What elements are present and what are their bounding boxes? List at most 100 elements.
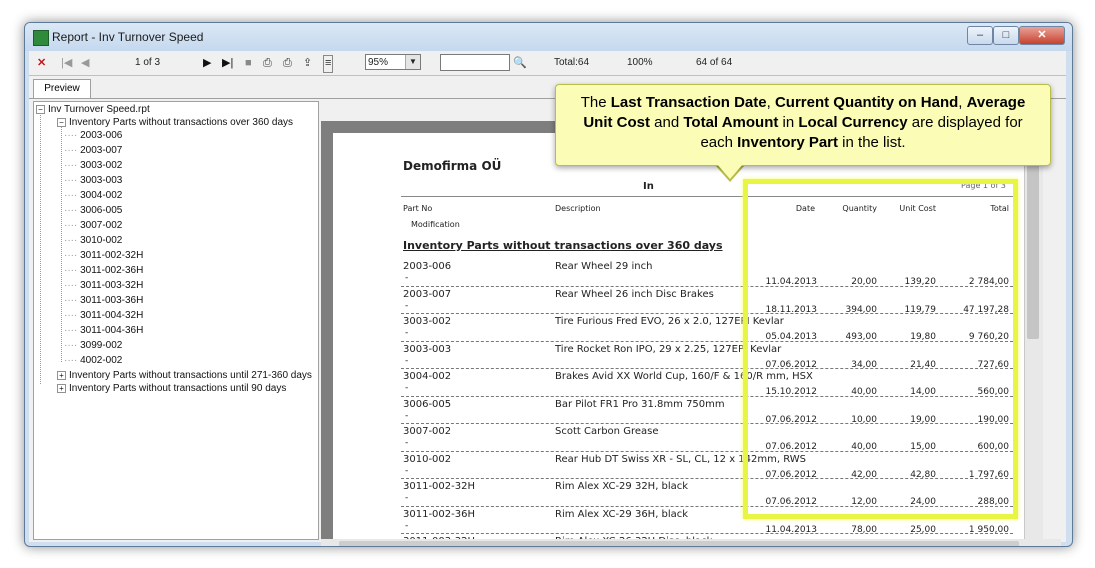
title-bar[interactable]: Report - Inv Turnover Speed – □ ✕: [25, 23, 1072, 51]
tree-item-label: 3006-005: [80, 205, 123, 216]
tree-item[interactable]: ···· 3007-002: [64, 220, 122, 232]
print-icon[interactable]: ⎙: [263, 55, 272, 71]
tree-item[interactable]: ···· 4002-002: [64, 355, 122, 367]
close-button[interactable]: ✕: [1019, 26, 1065, 45]
export-icon[interactable]: ⇪: [303, 55, 312, 71]
callout-bold: Inventory Part: [737, 134, 839, 151]
zoom-select[interactable]: 95% ▼: [365, 54, 421, 70]
tree-item[interactable]: ···· 3004-002: [64, 190, 122, 202]
col-part-no: Part No: [403, 204, 433, 213]
cell-desc: Scott Carbon Grease: [555, 426, 659, 437]
tree-item-label: 3004-002: [80, 190, 123, 201]
tree-item[interactable]: ···· 3011-003-32H: [64, 280, 143, 292]
report-app-icon: [33, 30, 49, 46]
expand-icon[interactable]: +: [57, 370, 66, 380]
tree-connector: ····: [64, 325, 81, 336]
toolbar: ✕ |◀ ◀ 1 of 3 ▶ ▶| ■ ⎙ ⎙ ⇪ ≡ 95% ▼ 🔍 Tota…: [29, 51, 1066, 76]
horizontal-scrollbar[interactable]: [321, 539, 1061, 546]
binoculars-icon[interactable]: 🔍: [513, 55, 527, 71]
record-count: 64 of 64: [696, 57, 733, 68]
tree-item-label: 3007-002: [80, 220, 123, 231]
cell-mod: -: [405, 520, 409, 531]
stop-icon[interactable]: ✕: [37, 55, 46, 71]
cell-part: 3007-002: [403, 426, 452, 437]
last-page-icon[interactable]: ▶|: [222, 55, 233, 71]
callout-tail-fill: [717, 164, 743, 179]
tree-item[interactable]: ···· 3011-004-32H: [64, 310, 143, 322]
chevron-down-icon[interactable]: ▼: [405, 55, 420, 69]
tree-item[interactable]: ···· 3006-005: [64, 205, 122, 217]
cell-part: 3004-002: [403, 371, 452, 382]
tree-item[interactable]: ···· 2003-006: [64, 130, 122, 142]
tree-item[interactable]: ···· 3099-002: [64, 340, 122, 352]
tree-item-label: 3010-002: [80, 235, 123, 246]
tree-connector: ····: [64, 145, 81, 156]
toggle-tree-icon[interactable]: ≡: [323, 55, 334, 73]
tree-item-label: 3099-002: [80, 340, 123, 351]
tree-connector: ····: [64, 160, 81, 171]
callout-bold: Last Transaction Date: [610, 94, 767, 111]
first-page-icon[interactable]: |◀: [61, 55, 72, 71]
minimize-button[interactable]: –: [967, 26, 993, 45]
tree-item[interactable]: ···· 3011-002-32H: [64, 250, 143, 262]
callout-bold: Current Quantity on Hand: [774, 94, 959, 111]
cell-mod: -: [405, 410, 409, 421]
callout-text: in: [778, 114, 799, 131]
cell-mod: -: [405, 438, 409, 448]
collapse-icon[interactable]: −: [36, 104, 45, 114]
callout-bold: Total Amount: [683, 114, 779, 131]
tree-group-360[interactable]: − Inventory Parts without transactions ov…: [57, 117, 293, 129]
tree-item[interactable]: ···· 3011-002-36H: [64, 265, 143, 277]
tree-item-label: 3011-003-36H: [80, 295, 144, 306]
tree-group-271-360[interactable]: + Inventory Parts without transactions un…: [57, 370, 312, 382]
scrollbar-thumb[interactable]: [1027, 139, 1039, 339]
company-name: Demofirma OÜ: [403, 159, 502, 173]
tree-connector: ····: [64, 280, 81, 291]
tree-item-label: 3003-002: [80, 160, 123, 171]
tree-item-label: 3011-002-32H: [80, 250, 144, 261]
tree-item-label: 3003-003: [80, 175, 123, 186]
collapse-icon[interactable]: −: [57, 117, 66, 127]
tree-item[interactable]: ···· 3011-003-36H: [64, 295, 143, 307]
maximize-button[interactable]: □: [993, 26, 1019, 45]
tree-item-label: 3011-002-36H: [80, 265, 144, 276]
h-scrollbar-thumb[interactable]: [339, 541, 1019, 546]
tree-item[interactable]: ···· 3003-003: [64, 175, 122, 187]
report-title: In: [643, 181, 654, 192]
cell-desc: Bar Pilot FR1 Pro 31.8mm 750mm: [555, 398, 725, 410]
tree-line: [61, 124, 62, 362]
tree-connector: ····: [64, 295, 81, 306]
tree-item[interactable]: ···· 3003-002: [64, 160, 122, 172]
stop-square-icon[interactable]: ■: [245, 55, 252, 71]
tree-item[interactable]: ···· 2003-007: [64, 145, 122, 157]
prev-page-icon[interactable]: ◀: [81, 55, 89, 71]
cell-mod: -: [405, 300, 409, 311]
page-indicator: 1 of 3: [135, 57, 161, 68]
tree-item[interactable]: ···· 3010-002: [64, 235, 122, 247]
cell-desc: Rim Alex XC-29 36H, black: [555, 508, 689, 520]
expand-icon[interactable]: +: [57, 383, 66, 393]
next-page-icon[interactable]: ▶: [203, 55, 211, 71]
cell-part: 3006-005: [403, 398, 452, 410]
cell-mod: -: [405, 465, 409, 476]
vertical-scrollbar[interactable]: [1024, 121, 1043, 541]
search-input[interactable]: [440, 54, 510, 71]
tree-item-label: 2003-006: [80, 130, 123, 141]
tree-connector: ····: [64, 310, 81, 321]
print-setup-icon[interactable]: ⎙: [283, 55, 292, 71]
cell-part: 3011-002-36H: [403, 508, 475, 520]
cell-part: 3011-002-32H: [403, 481, 475, 492]
callout-text: and: [650, 114, 684, 131]
tree-connector: ····: [64, 220, 81, 231]
tree-group-90[interactable]: + Inventory Parts without transactions un…: [57, 383, 286, 395]
tree-connector: ····: [64, 205, 81, 216]
tree-item-label: 3011-004-32H: [80, 310, 144, 321]
tree-root[interactable]: − Inv Turnover Speed.rpt: [36, 104, 150, 116]
tab-preview[interactable]: Preview: [33, 79, 91, 99]
callout-text: ,: [766, 94, 775, 111]
cell-part: 2003-006: [403, 261, 452, 272]
zoom-value: 95%: [368, 57, 389, 68]
tree-item[interactable]: ···· 3011-004-36H: [64, 325, 143, 337]
cell-mod: -: [405, 493, 409, 503]
tree-connector: ····: [64, 265, 81, 276]
